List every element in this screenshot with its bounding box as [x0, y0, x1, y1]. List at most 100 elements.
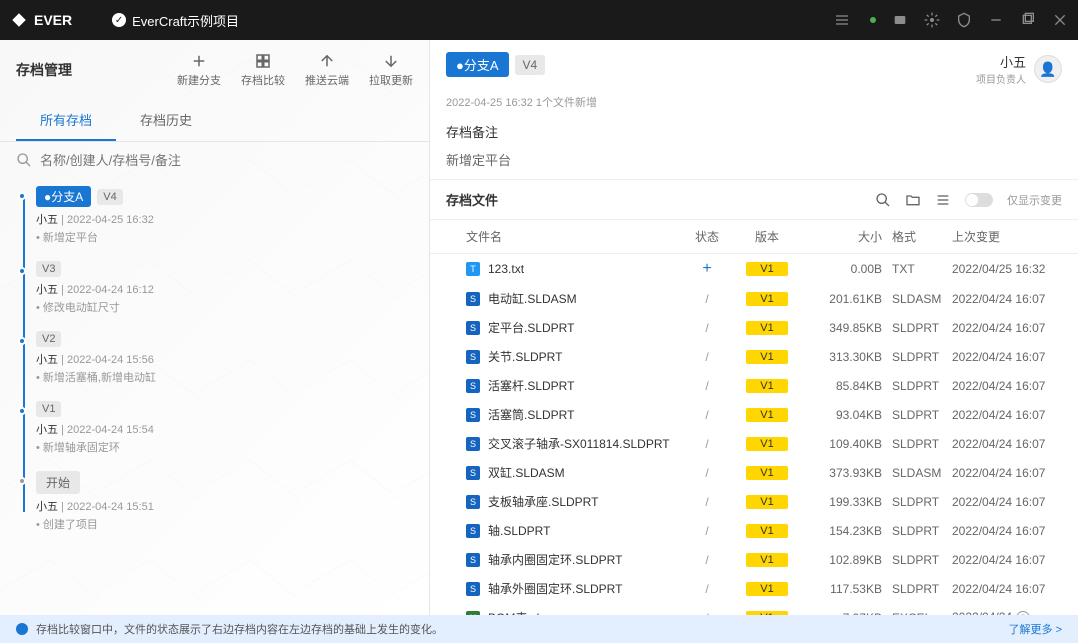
toolbar-action-2[interactable]: 推送云端: [305, 52, 349, 88]
file-size: 117.53KB: [802, 582, 882, 596]
file-name: 关节.SLDPRT: [488, 348, 562, 365]
archive-item[interactable]: 开始 小五 | 2022-04-24 15:51 创建了项目: [36, 471, 413, 532]
tab-all-archives[interactable]: 所有存档: [16, 100, 116, 141]
file-name: 活塞杆.SLDPRT: [488, 377, 574, 394]
right-panel: ●分支A V4 小五 项目负责人 👤 2022-04-25 16:32 1个文件…: [430, 40, 1078, 615]
file-status: /: [682, 437, 732, 451]
toolbar-action-0[interactable]: 新建分支: [177, 52, 221, 88]
archive-item[interactable]: V1 小五 | 2022-04-24 15:54 新增轴承固定环: [36, 401, 413, 455]
table-row[interactable]: S轴承外圈固定环.SLDPRT / V1 117.53KB SLDPRT 202…: [430, 574, 1078, 603]
file-status: /: [682, 350, 732, 364]
search-files-icon[interactable]: [875, 192, 891, 208]
left-panel-title: 存档管理: [16, 60, 72, 80]
file-version: V1: [746, 582, 787, 596]
toggle-label: 仅显示变更: [1007, 192, 1062, 208]
cloud-icon[interactable]: [892, 12, 908, 28]
toolbar-icon: [254, 52, 272, 70]
col-size: 大小: [802, 228, 882, 245]
archive-author: 小五: [36, 424, 58, 436]
titlebar: EVER ✓ EverCraft示例项目: [0, 0, 1078, 40]
tab-archive-history[interactable]: 存档历史: [116, 100, 216, 141]
file-name: 轴.SLDPRT: [488, 522, 550, 539]
table-row[interactable]: T123.txt + V1 0.00B TXT 2022/04/25 16:32: [430, 254, 1078, 284]
file-status: /: [682, 524, 732, 538]
file-version: V1: [746, 350, 787, 364]
file-type-icon: S: [466, 379, 480, 393]
file-version: V1: [746, 408, 787, 422]
file-format: SLDPRT: [882, 437, 952, 451]
table-row[interactable]: S支板轴承座.SLDPRT / V1 199.33KB SLDPRT 2022/…: [430, 487, 1078, 516]
shield-icon[interactable]: [956, 12, 972, 28]
changes-only-toggle[interactable]: [965, 193, 993, 207]
version-badge: V4: [97, 189, 122, 205]
archive-item[interactable]: V2 小五 | 2022-04-24 15:56 新增活塞桶,新增电动缸: [36, 331, 413, 385]
table-row[interactable]: S活塞筒.SLDPRT / V1 93.04KB SLDPRT 2022/04/…: [430, 400, 1078, 429]
file-name: 电动缸.SLDASM: [488, 290, 577, 307]
drag-handle-icon[interactable]: [834, 12, 850, 28]
table-row[interactable]: S轴承内圈固定环.SLDPRT / V1 102.89KB SLDPRT 202…: [430, 545, 1078, 574]
file-name: 活塞筒.SLDPRT: [488, 406, 574, 423]
archive-time: 2022-04-24 15:56: [67, 354, 154, 366]
file-date: 2022/04/24 16:07: [952, 437, 1062, 451]
close-icon[interactable]: [1052, 12, 1068, 28]
archive-item[interactable]: V3 小五 | 2022-04-24 16:12 修改电动缸尺寸: [36, 261, 413, 315]
avatar[interactable]: 👤: [1034, 55, 1062, 83]
file-status: /: [682, 466, 732, 480]
file-type-icon: S: [466, 321, 480, 335]
file-size: 349.85KB: [802, 321, 882, 335]
timeline-dot-icon: [18, 407, 26, 415]
gear-icon[interactable]: [924, 12, 940, 28]
maximize-icon[interactable]: [1020, 12, 1036, 28]
file-format: SLDPRT: [882, 321, 952, 335]
file-size: 102.89KB: [802, 553, 882, 567]
table-row[interactable]: S活塞杆.SLDPRT / V1 85.84KB SLDPRT 2022/04/…: [430, 371, 1078, 400]
file-name: 轴承外圈固定环.SLDPRT: [488, 580, 622, 597]
detail-version-badge: V4: [515, 55, 546, 75]
folder-icon[interactable]: [905, 192, 921, 208]
file-name: 123.txt: [488, 262, 524, 276]
file-format: SLDPRT: [882, 350, 952, 364]
toolbar-label: 存档比较: [241, 72, 285, 88]
file-name: 支板轴承座.SLDPRT: [488, 493, 598, 510]
project-indicator[interactable]: ✓ EverCraft示例项目: [112, 11, 239, 30]
archive-time: 2022-04-25 16:32: [67, 214, 154, 226]
archive-author: 小五: [36, 501, 58, 513]
archive-item[interactable]: ●分支AV4 小五 | 2022-04-25 16:32 新增定平台: [36, 186, 413, 245]
file-status: /: [682, 553, 732, 567]
table-row[interactable]: S关节.SLDPRT / V1 313.30KB SLDPRT 2022/04/…: [430, 342, 1078, 371]
detail-branch-badge: ●分支A: [446, 52, 509, 77]
toolbar-icon: [382, 52, 400, 70]
search-input[interactable]: [40, 153, 413, 168]
search-icon: [16, 152, 32, 168]
table-row[interactable]: XBOM表.xlsx / V1 7.97KB EXCEL 2022/04/24?: [430, 603, 1078, 615]
file-date: 2022/04/24 16:07: [952, 408, 1062, 422]
footer-link[interactable]: 了解更多 >: [1009, 621, 1062, 637]
footer: 存档比较窗口中，文件的状态展示了右边存档内容在左边存档的基础上发生的变化。 了解…: [0, 615, 1078, 643]
file-date: 2022/04/24 16:07: [952, 321, 1062, 335]
info-icon: [16, 623, 28, 635]
table-row[interactable]: S定平台.SLDPRT / V1 349.85KB SLDPRT 2022/04…: [430, 313, 1078, 342]
file-type-icon: S: [466, 292, 480, 306]
archive-note: 创建了项目: [36, 516, 413, 532]
file-type-icon: S: [466, 553, 480, 567]
toolbar-label: 新建分支: [177, 72, 221, 88]
table-row[interactable]: S交叉滚子轴承-SX011814.SLDPRT / V1 109.40KB SL…: [430, 429, 1078, 458]
archive-time: 2022-04-24 16:12: [67, 284, 154, 296]
toolbar-action-3[interactable]: 拉取更新: [369, 52, 413, 88]
check-icon: ✓: [112, 13, 126, 27]
toolbar-action-1[interactable]: 存档比较: [241, 52, 285, 88]
table-row[interactable]: S电动缸.SLDASM / V1 201.61KB SLDASM 2022/04…: [430, 284, 1078, 313]
file-version: V1: [746, 437, 787, 451]
file-format: SLDPRT: [882, 553, 952, 567]
toolbar-label: 推送云端: [305, 72, 349, 88]
footer-message: 存档比较窗口中，文件的状态展示了右边存档内容在左边存档的基础上发生的变化。: [36, 621, 443, 637]
note-label: 存档备注: [446, 125, 498, 140]
timeline-dot-icon: [18, 267, 26, 275]
file-type-icon: S: [466, 582, 480, 596]
table-row[interactable]: S双缸.SLDASM / V1 373.93KB SLDASM 2022/04/…: [430, 458, 1078, 487]
list-icon[interactable]: [935, 192, 951, 208]
table-row[interactable]: S轴.SLDPRT / V1 154.23KB SLDPRT 2022/04/2…: [430, 516, 1078, 545]
file-date: 2022/04/24 16:07: [952, 466, 1062, 480]
minimize-icon[interactable]: [988, 12, 1004, 28]
file-format: SLDPRT: [882, 408, 952, 422]
